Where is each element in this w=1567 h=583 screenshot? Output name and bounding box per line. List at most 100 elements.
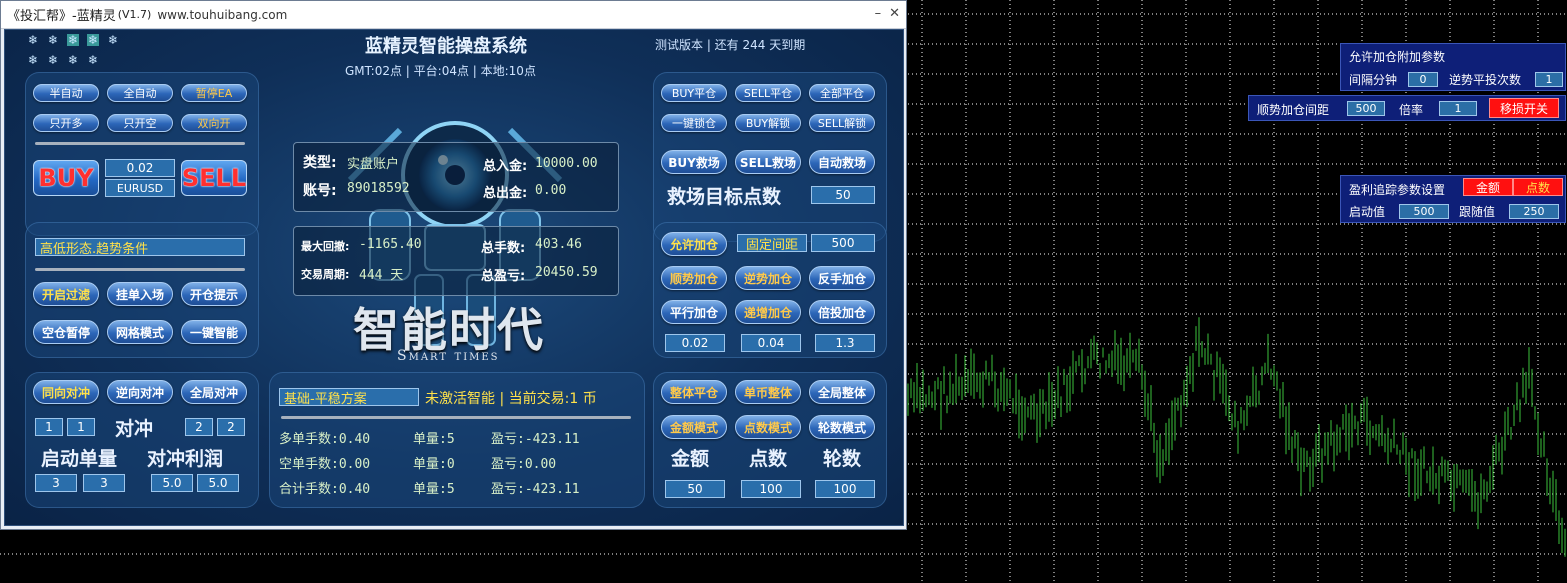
same-dir-hedge-button[interactable]: 同向对冲 — [33, 380, 99, 404]
both-direction-button[interactable]: 双向开 — [181, 114, 247, 132]
short-pnl: 盈亏:0.00 — [491, 457, 557, 472]
add-value-field[interactable]: 0.04 — [741, 334, 801, 352]
only-short-button[interactable]: 只开空 — [107, 114, 173, 132]
hedge-value-field[interactable]: 2 — [217, 418, 245, 436]
open-alert-button[interactable]: 开仓提示 — [181, 282, 247, 306]
sell-close-button[interactable]: SELL平仓 — [735, 84, 801, 102]
counter-add-button[interactable]: 逆势加仓 — [735, 266, 801, 290]
profit-trail-title: 盈利追踪参数设置 — [1349, 183, 1446, 197]
hedge-label: 对冲 — [115, 418, 154, 440]
trend-add-button[interactable]: 顺势加仓 — [661, 266, 727, 290]
account-number-label: 账号: — [303, 183, 337, 199]
points-mode-button[interactable]: 点数模式 — [735, 415, 801, 439]
global-hedge-button[interactable]: 全局对冲 — [181, 380, 247, 404]
window-title: 《投汇帮》-蓝精灵 — [7, 9, 116, 24]
whole-close-button[interactable]: 整体平仓 — [661, 380, 727, 404]
divider — [35, 142, 245, 145]
total-lots-label: 总手数: — [481, 241, 526, 256]
full-auto-button[interactable]: 全自动 — [107, 84, 173, 102]
trend-add-panel: 顺势加仓间距 500 倍率 1 移损开关 — [1248, 95, 1566, 121]
add-value-field[interactable]: 1.3 — [815, 334, 875, 352]
gap-value-field[interactable]: 500 — [811, 234, 875, 252]
price-bars — [907, 317, 1566, 557]
one-key-smart-button[interactable]: 一键智能 — [181, 320, 247, 344]
only-long-button[interactable]: 只开多 — [33, 114, 99, 132]
total-pnl-label: 总盈亏: — [481, 269, 526, 284]
rounds-field[interactable]: 100 — [815, 480, 875, 498]
max-drawdown-label: 最大回撤: — [301, 240, 350, 253]
amount-label: 金额 — [671, 448, 710, 470]
buy-button[interactable]: BUY — [33, 160, 99, 196]
trend-gap-field[interactable]: 500 — [1347, 101, 1385, 116]
counter-times-field[interactable]: 1 — [1535, 72, 1563, 87]
all-close-button[interactable]: 全部平仓 — [809, 84, 875, 102]
amount-toggle-button[interactable]: 金额 — [1463, 178, 1513, 196]
points-field[interactable]: 100 — [741, 480, 801, 498]
add-params-title: 允许加仓附加参数 — [1349, 50, 1446, 64]
app-title: 蓝精灵智能操盘系统 — [365, 36, 527, 57]
points-toggle-button[interactable]: 点数 — [1513, 178, 1563, 196]
grid-mode-button[interactable]: 网格模式 — [107, 320, 173, 344]
sell-rescue-button[interactable]: SELL救场 — [735, 150, 801, 174]
start-lot-field[interactable]: 3 — [35, 474, 77, 492]
hedge-profit-field[interactable]: 5.0 — [151, 474, 193, 492]
close-icon[interactable]: ✕ — [889, 6, 900, 21]
status-icon: ❄ — [47, 33, 59, 47]
add-value-field[interactable]: 0.02 — [665, 334, 725, 352]
hedge-value-field[interactable]: 1 — [35, 418, 63, 436]
open-filter-button[interactable]: 开启过滤 — [33, 282, 99, 306]
minimize-icon[interactable]: – — [875, 6, 882, 21]
reverse-add-button[interactable]: 反手加仓 — [809, 266, 875, 290]
follow-value-field[interactable]: 250 — [1509, 204, 1559, 219]
amount-mode-button[interactable]: 金额模式 — [661, 415, 727, 439]
fixed-gap-field[interactable]: 固定间距 — [737, 234, 807, 253]
start-value-field[interactable]: 500 — [1399, 204, 1449, 219]
stop-loss-switch-button[interactable]: 移损开关 — [1489, 98, 1559, 118]
lot-field[interactable]: 0.02 — [105, 159, 175, 177]
hedge-value-field[interactable]: 1 — [67, 418, 95, 436]
window-version: (V1.7) — [117, 8, 152, 21]
multi-add-button[interactable]: 倍投加仓 — [809, 300, 875, 324]
account-info-box — [293, 142, 619, 212]
condition-field[interactable]: 高低形态.趋势条件 — [35, 238, 245, 257]
follow-value-label: 跟随值 — [1459, 205, 1496, 219]
amount-field[interactable]: 50 — [665, 480, 725, 498]
reverse-dir-hedge-button[interactable]: 逆向对冲 — [107, 380, 173, 404]
buy-unlock-button[interactable]: BUY解锁 — [735, 114, 801, 132]
account-type-value: 实盘账户 — [347, 157, 400, 172]
plan-field[interactable]: 基础-平稳方案 — [279, 388, 419, 407]
window-titlebar[interactable]: 《投汇帮》-蓝精灵 (V1.7) www.touhuibang.com – ✕ — [1, 1, 906, 29]
allow-add-button[interactable]: 允许加仓 — [661, 232, 727, 256]
start-lot-field[interactable]: 3 — [83, 474, 125, 492]
lock-button[interactable]: 一键锁仓 — [661, 114, 727, 132]
interval-field[interactable]: 0 — [1408, 72, 1438, 87]
pending-entry-button[interactable]: 挂单入场 — [107, 282, 173, 306]
status-icon: ❄ — [47, 53, 59, 67]
pause-ea-button[interactable]: 暂停EA — [181, 84, 247, 102]
sell-button[interactable]: SELL — [181, 160, 247, 196]
symbol-field[interactable]: EURUSD — [105, 179, 175, 197]
rescue-target-field[interactable]: 50 — [811, 186, 875, 204]
incr-add-button[interactable]: 递增加仓 — [735, 300, 801, 324]
buy-rescue-button[interactable]: BUY救场 — [661, 150, 727, 174]
account-number-value: 89018592 — [347, 181, 410, 196]
empty-pause-button[interactable]: 空仓暂停 — [33, 320, 99, 344]
semi-auto-button[interactable]: 半自动 — [33, 84, 99, 102]
auto-rescue-button[interactable]: 自动救场 — [809, 150, 875, 174]
buy-close-button[interactable]: BUY平仓 — [661, 84, 727, 102]
sell-unlock-button[interactable]: SELL解锁 — [809, 114, 875, 132]
status-icon: ❄ — [87, 53, 99, 67]
hedge-profit-field[interactable]: 5.0 — [197, 474, 239, 492]
global-whole-button[interactable]: 全局整体 — [809, 380, 875, 404]
status-icon: ❄ — [27, 33, 39, 47]
trade-period-label: 交易周期: — [301, 268, 350, 281]
ratio-field[interactable]: 1 — [1439, 101, 1477, 116]
hedge-value-field[interactable]: 2 — [185, 418, 213, 436]
start-lot-label: 启动单量 — [41, 448, 118, 470]
withdraw-value: 0.00 — [535, 183, 567, 198]
long-count: 单量:5 — [413, 432, 455, 447]
trade-period-value: 444 天 — [359, 268, 404, 283]
rounds-mode-button[interactable]: 轮数模式 — [809, 415, 875, 439]
single-whole-button[interactable]: 单币整体 — [735, 380, 801, 404]
flat-add-button[interactable]: 平行加仓 — [661, 300, 727, 324]
